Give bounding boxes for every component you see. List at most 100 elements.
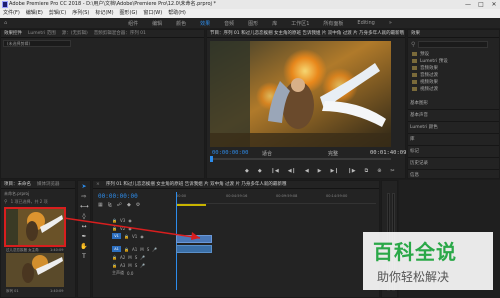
tab-media-browser[interactable]: 媒体浏览器 [37,181,60,188]
zoom-dropdown[interactable]: 适合 [262,150,272,157]
timeline-timecode[interactable]: 00:00:00:00 [98,193,138,200]
tab-lumetri-scopes[interactable]: Lumetri 范围 [28,30,56,37]
effects-search-row: ⚲ [408,38,499,50]
menu-clip[interactable]: 剪辑(C) [49,9,66,18]
tab-audio-clip-mixer[interactable]: 音频剪辑混合器：序列 01 [94,30,146,37]
snap-icon[interactable]: ⧎ [108,202,112,208]
tab-sequence[interactable]: 序列 01 和过儿恋恋挨捆 女主角的原班 告诉我姐 片 双中角 过渡 片 乃身多… [106,181,287,188]
go-to-out-icon[interactable]: ❙▶ [348,168,356,174]
effects-list-item[interactable]: 视频效果 [408,78,499,85]
step-back-icon[interactable]: ◀❙ [288,168,296,174]
effects-panel-tabs: 效果 [408,30,499,38]
effects-list-item[interactable]: 预设 [408,50,499,57]
workspace-color[interactable]: 颜色 [176,20,186,27]
playback-resolution-dropdown[interactable]: 完整 [328,150,338,157]
menu-marker[interactable]: 标记(M) [95,9,113,18]
section-markers[interactable]: 标记 [408,146,499,158]
workspace-more-icon[interactable]: » [389,20,392,26]
tab-source[interactable]: 源：(无剪辑) [62,30,88,37]
audio-clip[interactable] [176,245,212,253]
type-tool-icon[interactable]: T [80,253,88,261]
menu-help[interactable]: 帮助(H) [168,9,186,18]
tab-effects[interactable]: 效果 [411,30,420,37]
timeline-ruler[interactable]: 00:00 00:04:59:16 00:09:59:08 00:14:59:0… [176,192,376,204]
effects-search-input[interactable] [418,40,489,48]
workspace-audio[interactable]: 音频 [224,20,234,27]
close-tab-icon[interactable]: × [96,181,100,188]
track-header-a3[interactable]: 🔒 A3 M S 🎤 [98,261,176,269]
minimize-button[interactable]: — [462,0,474,9]
mark-in-icon[interactable]: ◆ [258,168,262,174]
go-to-in-icon[interactable]: ❙◀ [271,168,279,174]
ripple-edit-tool-icon[interactable]: ⟷ [80,203,89,211]
mic-icon[interactable]: 🎤 [152,247,157,252]
tab-effect-controls[interactable]: 效果控件 [4,30,22,37]
mute-icon[interactable]: M [128,255,131,260]
track-select-tool-icon[interactable]: ⇨ [80,193,88,201]
add-marker-icon[interactable]: ◆ [245,168,249,174]
track-header-a1[interactable]: A1 🔒 A1 M S 🎤 [98,245,176,253]
program-scrub-bar[interactable] [210,158,391,160]
effects-panel: 效果 ⚲ 预设 Lumetri 预设 音频效果 音频过渡 视频效果 视频过渡 基… [407,29,500,182]
export-frame-icon[interactable]: ✂ [390,168,394,174]
program-playhead-timecode[interactable]: 00:00:00:00 [212,150,248,156]
rewind-icon[interactable]: ◀ [305,168,309,174]
tab-project[interactable]: 项目：未命名 [4,181,31,188]
workspace-graphics[interactable]: 图形 [248,20,258,27]
selection-tool-icon[interactable]: ➤ [80,183,88,191]
sequence-thumbnail[interactable] [6,253,64,287]
lift-icon[interactable]: ⧉ [365,168,369,174]
solo-icon[interactable]: S [135,255,138,260]
tab-program[interactable]: 节目：序列 01 和过儿恋恋挨捆 女主角的原班 告诉我姐 片 双中角 过渡 片 … [210,30,404,37]
menu-sequence[interactable]: 序列(S) [72,9,89,18]
workspace-editing[interactable]: 编辑 [152,20,162,27]
section-history[interactable]: 历史记录 [408,158,499,170]
workspace-all-panels[interactable]: 所有面板 [323,20,343,27]
mic-icon[interactable]: 🎤 [140,255,145,260]
lock-icon[interactable]: 🔒 [124,247,129,252]
clip-duration: 1:40:09 [50,248,64,252]
mute-icon[interactable]: M [128,263,131,268]
lock-icon[interactable]: 🔒 [112,263,117,268]
linked-selection-icon[interactable]: ☍ [117,202,122,208]
mute-icon[interactable]: M [140,247,143,252]
section-lumetri-color[interactable]: Lumetri 颜色 [408,122,499,134]
section-essential-graphics[interactable]: 基本图形 [408,98,499,110]
workspace-libraries[interactable]: 库 [272,20,277,27]
menu-window[interactable]: 窗口(W) [143,9,162,18]
track-header-a2[interactable]: 🔒 A2 M S 🎤 [98,253,176,261]
mic-icon[interactable]: 🎤 [140,263,145,268]
effects-list-item[interactable]: 音频效果 [408,64,499,71]
effects-list-item[interactable]: Lumetri 预设 [408,57,499,64]
clip-thumbnail-selected[interactable] [4,207,66,247]
workspace-effects[interactable]: 效果 [200,20,210,27]
menu-edit[interactable]: 编辑(E) [26,9,43,18]
add-marker-icon[interactable]: ◆ [127,202,131,208]
source-patch-a1[interactable]: A1 [112,246,121,252]
effects-list-item[interactable]: 音频过渡 [408,71,499,78]
program-playhead[interactable] [210,156,213,162]
maximize-button[interactable]: □ [475,0,487,9]
menu-graphics[interactable]: 图形(G) [120,9,138,18]
solo-icon[interactable]: S [147,247,150,252]
workspace-editing-en[interactable]: Editing [357,20,374,26]
step-forward-icon[interactable]: ▶❙ [331,168,339,174]
workspace-assembly[interactable]: 组件 [128,20,138,27]
settings-icon[interactable]: ⚙ [136,202,140,208]
effects-list-item[interactable]: 视频过渡 [408,85,499,92]
workspace-custom-1[interactable]: 工作区1 [291,20,309,27]
solo-icon[interactable]: S [135,263,138,268]
track-header-master[interactable]: 主声道 0.0 [98,269,176,277]
lock-icon[interactable]: 🔒 [112,255,117,260]
home-icon[interactable]: ⌂ [4,20,7,26]
clip-select-dropdown[interactable]: (未选择剪辑) [3,40,71,47]
close-button[interactable]: ✕ [488,0,500,9]
add-button-icon[interactable]: ⊕ [377,168,381,174]
menu-file[interactable]: 文件(F) [3,9,20,18]
hand-tool-icon[interactable]: ✋ [80,243,88,251]
play-icon[interactable]: ▶ [318,168,322,174]
work-area-bar[interactable] [176,204,206,206]
section-libraries[interactable]: 库 [408,134,499,146]
section-essential-sound[interactable]: 基本声音 [408,110,499,122]
nest-icon[interactable]: ▦ [98,202,103,208]
